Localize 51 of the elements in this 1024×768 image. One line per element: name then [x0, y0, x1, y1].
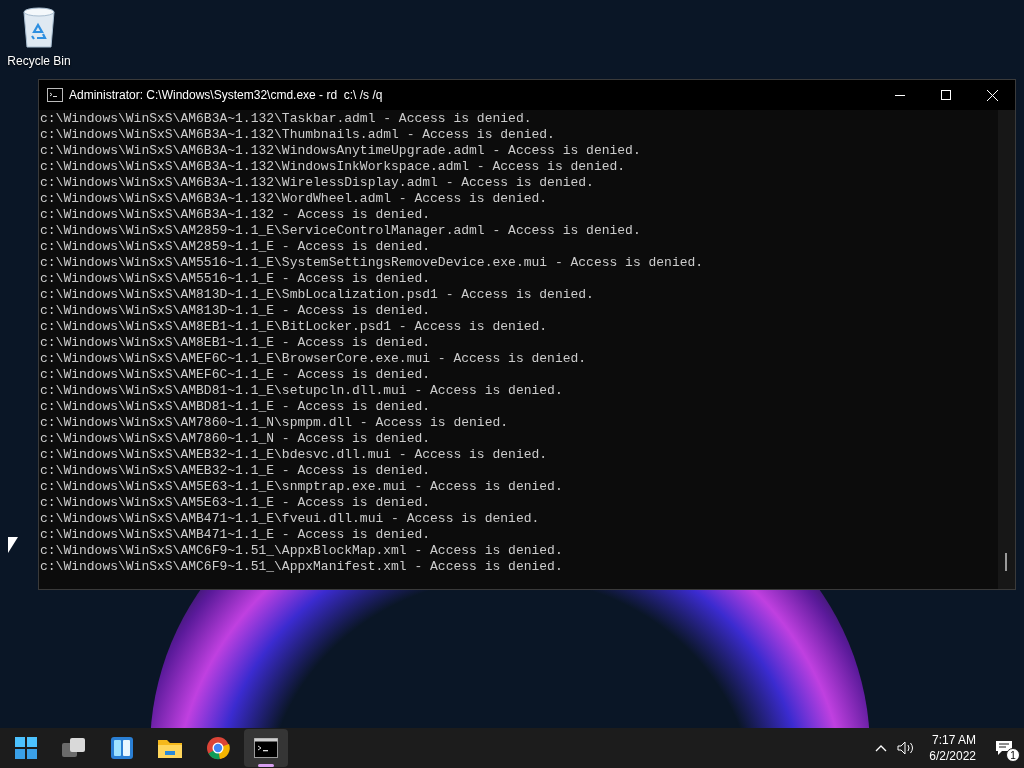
console-line: c:\Windows\WinSxS\AMEF6C~1.1_E - Access is denied.	[40, 367, 432, 383]
console-line: c:\Windows\WinSxS\AM6B3A~1.132 - Access is denied.	[40, 207, 432, 223]
close-icon	[986, 89, 998, 101]
console-line: c:\Windows\WinSxS\AM5E63~1.1_E - Access is denied.	[40, 495, 432, 511]
chevron-up-icon[interactable]	[875, 744, 888, 752]
clock-time[interactable]: 7:17 AM	[931, 732, 976, 748]
console-line: c:\Windows\WinSxS\AM6B3A~1.132\WindowsInkWorkspace.adml - Access is denied.	[40, 159, 627, 175]
console-line: c:\Windows\WinSxS\AM6B3A~1.132\WirelessDisplay.adml - Access is denied.	[40, 175, 595, 191]
console-line: c:\Windows\WinSxS\AM5516~1.1_E - Access is denied.	[40, 271, 432, 287]
recycle-bin-icon	[21, 6, 57, 48]
taskbar-app-button[interactable]	[244, 729, 288, 767]
console-line: c:\Windows\WinSxS\AM6B3A~1.132\WordWheel.adml - Access is denied.	[40, 191, 549, 207]
console-line: c:\Windows\WinSxS\AM7860~1.1_N - Access is denied.	[40, 431, 432, 447]
console-line: c:\Windows\WinSxS\AM813D~1.1_E - Access is denied.	[40, 303, 432, 319]
window-title: Administrator: C:\Windows\System32\cmd.exe - rd c:\ /s /q	[69, 87, 383, 104]
console-line: c:\Windows\WinSxS\AM6B3A~1.132\WindowsAnytimeUpgrade.adml - Access is denied.	[40, 143, 642, 159]
console-line: c:\Windows\WinSxS\AMBD81~1.1_E\setupcln.dll.mui - Access is denied.	[40, 383, 564, 399]
console-line: c:\Windows\WinSxS\AMB471~1.1_E - Access is denied.	[40, 527, 432, 543]
console-line: c:\Windows\WinSxS\AMC6F9~1.51_\AppxBlockMap.xml - Access is denied.	[40, 543, 564, 559]
command-prompt-icon	[47, 88, 63, 102]
console-line: c:\Windows\WinSxS\AM5516~1.1_E\SystemSettingsRemoveDevice.exe.mui - Access is denied.	[40, 255, 705, 271]
folder-icon	[157, 737, 183, 759]
active-indicator	[258, 764, 274, 767]
console-line: c:\Windows\WinSxS\AM2859~1.1_E\ServiceControlManager.adml - Access is denied.	[40, 223, 642, 239]
command-prompt-icon	[254, 738, 278, 758]
clock-date[interactable]: 6/2/2022	[929, 748, 976, 764]
task-view-icon	[62, 737, 86, 759]
console-line: c:\Windows\WinSxS\AM2859~1.1_E - Access is denied.	[40, 239, 432, 255]
windows-logo-icon	[15, 737, 37, 759]
desktop-icon-label[interactable]: Recycle Bin	[7, 52, 71, 70]
console-line: c:\Windows\WinSxS\AM8EB1~1.1_E\BitLocker.psd1 - Access is denied.	[40, 319, 549, 335]
console-line: c:\Windows\WinSxS\AM8EB1~1.1_E - Access is denied.	[40, 335, 432, 351]
speaker-icon[interactable]	[897, 741, 916, 755]
console-line: c:\Windows\WinSxS\AMEB32~1.1_E\bdesvc.dll.mui - Access is denied.	[40, 447, 549, 463]
chrome-like-browser-icon	[206, 736, 230, 760]
console-line: c:\Windows\WinSxS\AMC6F9~1.51_\AppxManifest.xml - Access is denied.	[40, 559, 564, 575]
console-line: c:\Windows\WinSxS\AM5E63~1.1_E\snmptrap.exe.mui - Access is denied.	[40, 479, 564, 495]
console-line: c:\Windows\WinSxS\AM813D~1.1_E\SmbLocalization.psd1 - Access is denied.	[40, 287, 595, 303]
console-line: c:\Windows\WinSxS\AMBD81~1.1_E - Access is denied.	[40, 399, 432, 415]
widgets-icon	[110, 736, 134, 760]
console-line: c:\Windows\WinSxS\AMEB32~1.1_E - Access is denied.	[40, 463, 432, 479]
scrollbar-thumb[interactable]	[1005, 553, 1007, 571]
console-line: c:\Windows\WinSxS\AM6B3A~1.132\Thumbnails.adml - Access is denied.	[40, 127, 556, 143]
console-line: c:\Windows\WinSxS\AMB471~1.1_E\fveui.dll.mui - Access is denied.	[40, 511, 541, 527]
minimize-icon	[895, 94, 905, 96]
maximize-icon	[941, 90, 951, 100]
console-line: c:\Windows\WinSxS\AMEF6C~1.1_E\BrowserCore.exe.mui - Access is denied.	[40, 351, 588, 367]
console-line: c:\Windows\WinSxS\AM7860~1.1_N\spmpm.dll - Access is denied.	[40, 415, 510, 431]
notification-count: 1	[1006, 748, 1020, 762]
console-line: c:\Windows\WinSxS\AM6B3A~1.132\Taskbar.adml - Access is denied.	[40, 111, 533, 127]
cursor-icon	[8, 537, 18, 553]
